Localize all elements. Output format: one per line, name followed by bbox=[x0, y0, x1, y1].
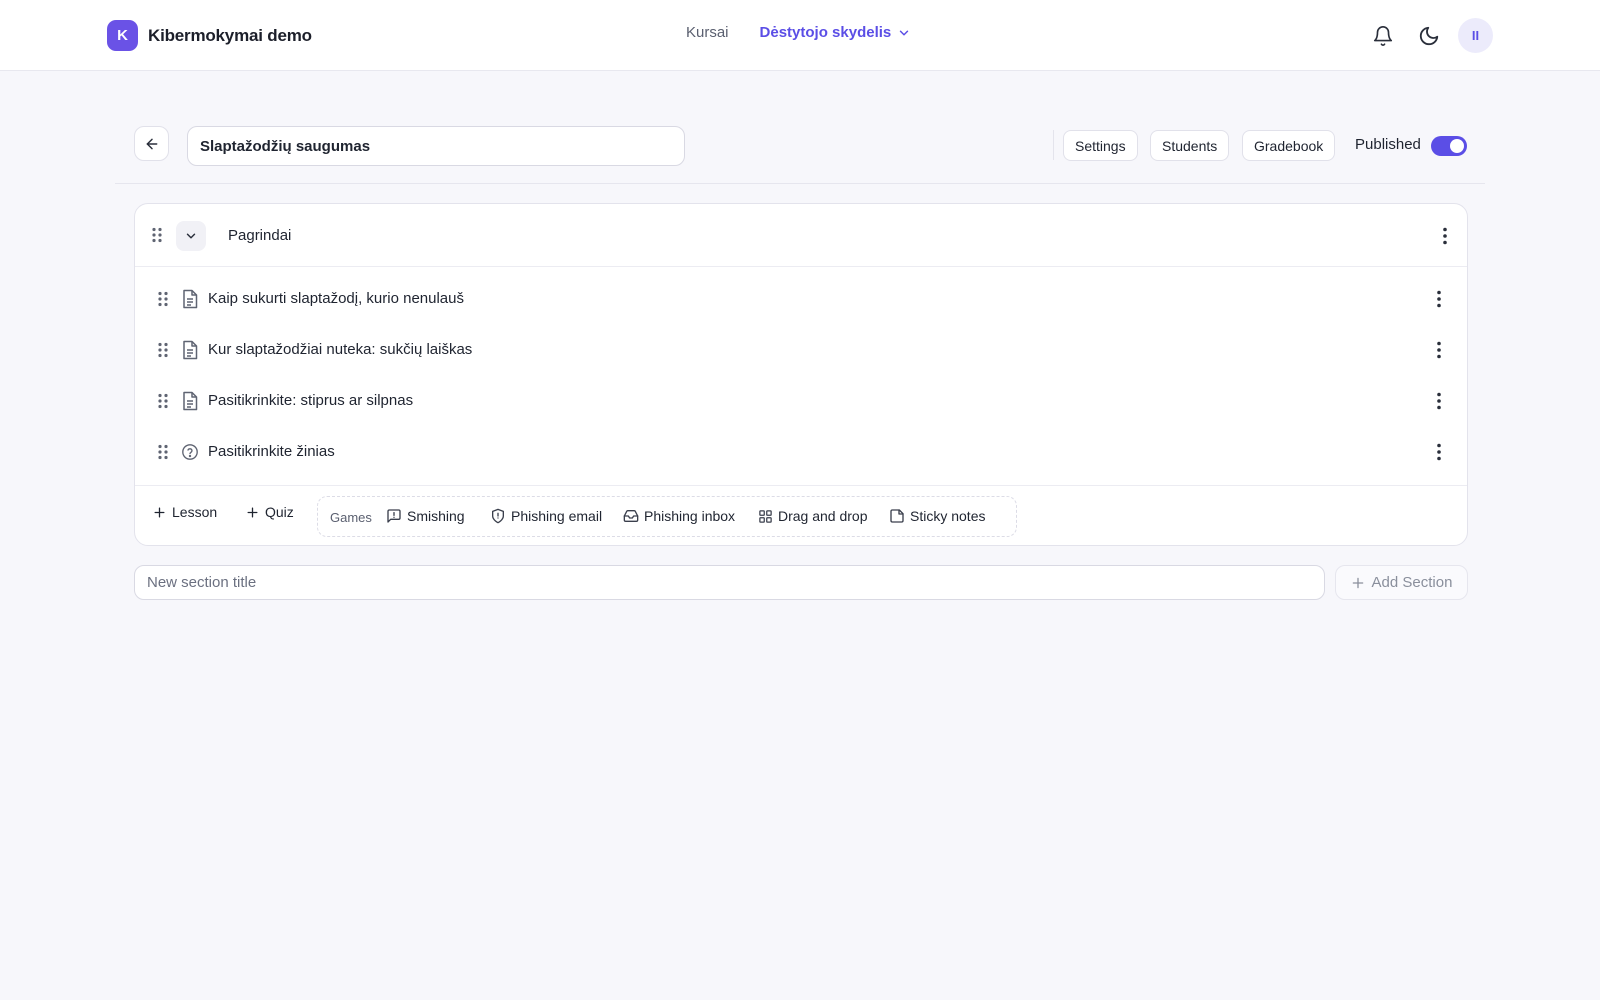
game-label: Phishing inbox bbox=[644, 508, 736, 524]
plus-icon bbox=[247, 507, 258, 517]
drag-handle-icon[interactable] bbox=[157, 393, 169, 409]
inbox-icon bbox=[623, 510, 639, 522]
drag-handle-icon[interactable] bbox=[157, 444, 169, 460]
new-section-title-input[interactable] bbox=[134, 565, 1325, 600]
notifications-button[interactable] bbox=[1366, 19, 1400, 53]
gradebook-button[interactable]: Gradebook bbox=[1242, 130, 1336, 161]
drag-handle-icon[interactable] bbox=[157, 291, 169, 307]
add-game-sticky-notes[interactable]: Sticky notes bbox=[889, 508, 985, 524]
add-game-phishing-inbox[interactable]: Phishing inbox bbox=[623, 508, 735, 524]
add-game-phishing-email[interactable]: Phishing email bbox=[490, 508, 602, 524]
add-section-label: Add Section bbox=[1371, 574, 1453, 591]
top-navbar: K Kibermokymai demo Kursai Dėstytojo sky… bbox=[0, 0, 1600, 71]
header-separator bbox=[115, 183, 1485, 184]
drag-handle-icon[interactable] bbox=[157, 342, 169, 358]
toggle-knob bbox=[1450, 139, 1464, 153]
lesson-title: Kur slaptažodžiai nuteka: sukčių laiškas bbox=[208, 341, 473, 358]
students-button[interactable]: Students bbox=[1150, 130, 1230, 161]
section-card: Pagrindai Kaip sukurti slaptažodį, kurio… bbox=[134, 203, 1468, 546]
document-icon bbox=[183, 391, 198, 411]
add-section-button[interactable]: Add Section bbox=[1335, 565, 1468, 600]
chevron-down-icon bbox=[186, 233, 196, 239]
published-toggle[interactable] bbox=[1431, 136, 1467, 156]
game-label: Drag and drop bbox=[778, 508, 868, 524]
drag-handle-icon[interactable] bbox=[151, 227, 163, 243]
section-title[interactable]: Pagrindai bbox=[228, 227, 291, 244]
chevron-down-icon bbox=[900, 30, 909, 35]
bell-icon bbox=[1373, 25, 1393, 46]
nav-instructor-panel[interactable]: Dėstytojo skydelis bbox=[760, 24, 912, 41]
add-lesson-button[interactable]: Lesson bbox=[153, 504, 217, 520]
nav-courses[interactable]: Kursai bbox=[686, 24, 729, 41]
add-game-drag-and-drop[interactable]: Drag and drop bbox=[758, 508, 868, 524]
course-header: Settings Students Gradebook Published bbox=[134, 126, 1468, 166]
add-quiz-label: Quiz bbox=[265, 504, 294, 520]
more-vertical-icon[interactable] bbox=[1431, 290, 1447, 308]
avatar[interactable]: II bbox=[1458, 18, 1493, 53]
quiz-title: Pasitikrinkite žinias bbox=[208, 443, 335, 460]
course-title-input[interactable] bbox=[187, 126, 685, 166]
moon-icon bbox=[1419, 26, 1439, 45]
settings-button[interactable]: Settings bbox=[1063, 130, 1138, 161]
list-item[interactable]: Kaip sukurti slaptažodį, kurio nenulauš bbox=[135, 274, 1467, 324]
main-nav: Kursai Dėstytojo skydelis bbox=[686, 24, 911, 41]
games-group: Games Smishing Phishing email Phishing i… bbox=[317, 496, 1017, 537]
more-vertical-icon[interactable] bbox=[1437, 227, 1453, 245]
question-circle-icon bbox=[182, 444, 198, 460]
add-quiz-button[interactable]: Quiz bbox=[246, 504, 294, 520]
more-vertical-icon[interactable] bbox=[1431, 392, 1447, 410]
message-alert-icon bbox=[387, 509, 401, 523]
game-label: Phishing email bbox=[511, 508, 603, 524]
section-add-toolbar: Lesson Quiz Games Smishing Phishing emai… bbox=[135, 485, 1467, 545]
list-item[interactable]: Kur slaptažodžiai nuteka: sukčių laiškas bbox=[135, 325, 1467, 375]
collapse-section-button[interactable] bbox=[176, 221, 206, 251]
lesson-title: Pasitikrinkite: stiprus ar silpnas bbox=[208, 392, 414, 409]
add-lesson-label: Lesson bbox=[172, 504, 218, 520]
more-vertical-icon[interactable] bbox=[1431, 443, 1447, 461]
brand-name: Kibermokymai demo bbox=[148, 25, 312, 45]
document-icon bbox=[183, 340, 198, 360]
document-icon bbox=[183, 289, 198, 309]
add-game-smishing[interactable]: Smishing bbox=[386, 508, 465, 524]
theme-toggle-button[interactable] bbox=[1412, 19, 1446, 53]
shield-icon bbox=[492, 508, 504, 524]
arrow-left-icon bbox=[146, 138, 157, 149]
plus-icon bbox=[1352, 577, 1363, 588]
list-item[interactable]: Pasitikrinkite: stiprus ar silpnas bbox=[135, 376, 1467, 426]
sticky-note-icon bbox=[890, 509, 904, 523]
lesson-title: Kaip sukurti slaptažodį, kurio nenulauš bbox=[208, 290, 464, 307]
game-label: Smishing bbox=[407, 508, 465, 524]
published-label: Published bbox=[1355, 136, 1421, 153]
nav-instructor-panel-label: Dėstytojo skydelis bbox=[759, 24, 892, 41]
brand-logo: K bbox=[107, 20, 138, 51]
grid-icon bbox=[759, 509, 772, 523]
games-label: Games bbox=[330, 510, 372, 525]
header-divider bbox=[1053, 130, 1054, 160]
list-item[interactable]: Pasitikrinkite žinias bbox=[135, 427, 1467, 477]
brand[interactable]: K Kibermokymai demo bbox=[107, 20, 312, 51]
back-button[interactable] bbox=[134, 126, 169, 161]
game-label: Sticky notes bbox=[910, 508, 986, 524]
section-header: Pagrindai bbox=[135, 204, 1467, 267]
more-vertical-icon[interactable] bbox=[1431, 341, 1447, 359]
top-actions: II bbox=[1366, 18, 1493, 53]
plus-icon bbox=[154, 507, 165, 517]
